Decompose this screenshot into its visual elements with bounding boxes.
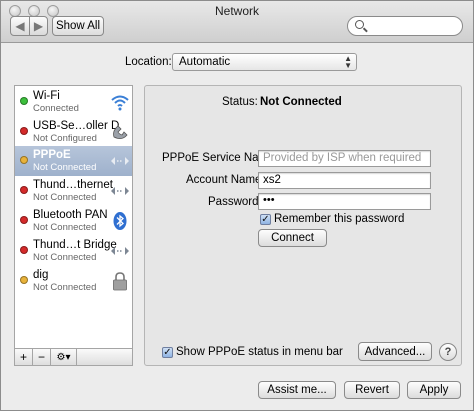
service-status: Connected (33, 103, 79, 114)
status-dot (20, 156, 28, 164)
service-name: PPPoE (33, 149, 71, 161)
account-name-label: Account Name: (186, 174, 265, 186)
remove-service-button[interactable]: − (33, 349, 51, 365)
phone-icon (113, 125, 128, 139)
help-button[interactable]: ? (439, 343, 457, 361)
service-name: dig (33, 269, 49, 281)
show-all-button[interactable]: Show All (52, 16, 104, 36)
forward-arrow-icon[interactable]: ▶ (29, 17, 47, 35)
status-value: Not Connected (260, 96, 342, 108)
service-item-bluetooth-pan[interactable]: Bluetooth PAN Not Connected (15, 206, 132, 236)
service-item-wifi[interactable]: Wi-Fi Connected (15, 87, 132, 117)
remember-password-label: Remember this password (274, 213, 405, 225)
location-value: Automatic (179, 56, 231, 68)
service-list-controls: + − ⚙▾ (14, 348, 133, 366)
network-window: Network ◀ ▶ Show All Location: Automatic… (0, 0, 474, 411)
toolbar: Network ◀ ▶ Show All (1, 1, 473, 43)
service-item-usb[interactable]: USB-Se…oller D Not Configured (15, 117, 132, 147)
apply-button[interactable]: Apply (407, 381, 461, 399)
service-list: Wi-Fi Connected USB-Se…oller D Not Confi… (14, 85, 133, 365)
show-status-checkbox[interactable]: ✓ (162, 347, 173, 358)
service-name: USB-Se…oller D (33, 120, 120, 132)
password-label: Password: (208, 196, 262, 208)
service-item-thunderbolt-bridge[interactable]: Thund…t Bridge Not Connected (15, 236, 132, 266)
service-name: Wi-Fi (33, 90, 60, 102)
service-status: Not Connected (33, 282, 97, 293)
status-dot (20, 246, 28, 254)
service-name: Thund…t Bridge (33, 239, 117, 251)
status-dot (20, 186, 28, 194)
password-field[interactable]: ••• (258, 193, 431, 210)
nav-segment: ◀ ▶ (10, 16, 48, 36)
status-dot (20, 127, 28, 135)
ethernet-arrows-icon (111, 187, 129, 195)
status-dot (20, 216, 28, 224)
status-dot (20, 97, 28, 105)
location-select[interactable]: Automatic ▲ ▼ (172, 53, 357, 71)
connect-button[interactable]: Connect (258, 229, 327, 247)
wifi-icon (111, 95, 129, 111)
revert-button[interactable]: Revert (344, 381, 400, 399)
service-item-pppoe[interactable]: PPPoE Not Connected (15, 146, 132, 176)
account-name-field[interactable]: xs2 (258, 172, 431, 189)
search-field[interactable] (347, 16, 463, 36)
service-name: Thund…thernet (33, 179, 113, 191)
add-service-button[interactable]: + (15, 349, 33, 365)
service-name: Bluetooth PAN (33, 209, 108, 221)
back-arrow-icon[interactable]: ◀ (11, 17, 29, 35)
remember-password-checkbox[interactable]: ✓ (260, 214, 271, 225)
gear-icon[interactable]: ⚙▾ (51, 349, 77, 365)
status-label: Status: (222, 96, 258, 108)
bluetooth-icon (113, 212, 127, 230)
location-label: Location: (125, 56, 172, 68)
ethernet-arrows-icon (111, 247, 129, 255)
service-item-thunderbolt-ethernet[interactable]: Thund…thernet Not Connected (15, 176, 132, 206)
service-name-field[interactable]: Provided by ISP when required (258, 150, 431, 167)
service-status: Not Connected (33, 162, 97, 173)
assist-me-button[interactable]: Assist me... (258, 381, 336, 399)
service-status: Not Connected (33, 222, 97, 233)
service-item-dig[interactable]: dig Not Connected (15, 266, 132, 296)
service-status: Not Connected (33, 192, 97, 203)
search-icon (355, 20, 364, 29)
service-status: Not Connected (33, 252, 97, 263)
detail-panel (144, 85, 462, 366)
advanced-button[interactable]: Advanced... (358, 342, 432, 361)
show-status-label: Show PPPoE status in menu bar (176, 346, 343, 358)
service-status: Not Configured (33, 133, 97, 144)
ethernet-arrows-icon (111, 157, 129, 165)
status-dot (20, 276, 28, 284)
select-arrows-icon: ▲ ▼ (344, 54, 352, 70)
lock-icon (113, 272, 127, 291)
